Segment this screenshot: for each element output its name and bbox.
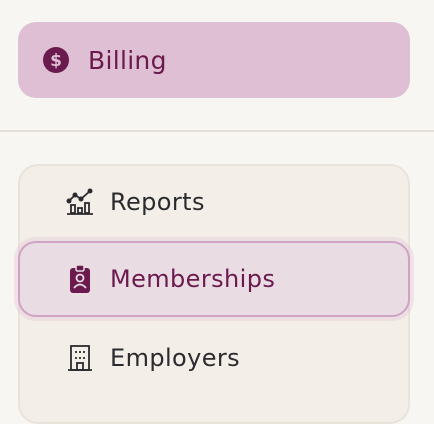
sidebar-item-reports[interactable]: Reports [18, 164, 410, 240]
sidebar-item-label: Employers [110, 344, 241, 372]
sidebar-item-employers[interactable]: Employers [18, 320, 410, 396]
sidebar-item-label: Reports [110, 188, 205, 216]
billing-button[interactable]: $ Billing [18, 22, 410, 98]
divider [0, 130, 434, 132]
sidebar-item-label: Memberships [110, 265, 276, 293]
building-icon [66, 343, 94, 373]
chart-icon [66, 187, 94, 217]
id-badge-icon [66, 264, 94, 294]
sidebar-item-memberships[interactable]: Memberships [18, 241, 410, 317]
dollar-circle-icon: $ [42, 46, 70, 74]
billing-label: Billing [88, 45, 167, 75]
svg-text:$: $ [50, 51, 62, 71]
